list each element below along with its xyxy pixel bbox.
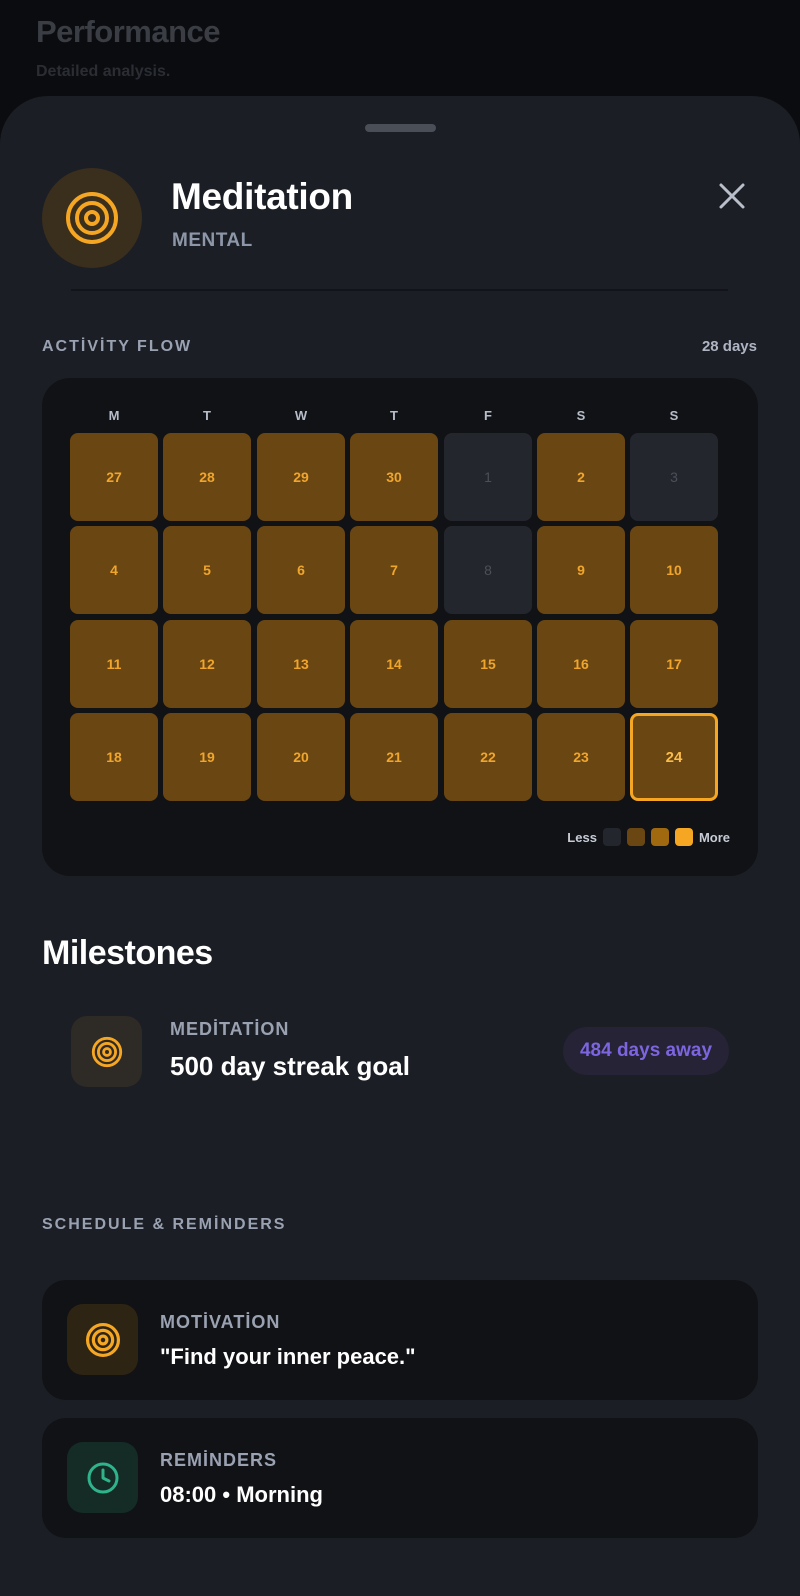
weekday-label: W	[294, 408, 308, 423]
calendar-day[interactable]: 9	[537, 526, 625, 614]
calendar-day[interactable]: 23	[537, 713, 625, 801]
calendar-day[interactable]: 11	[70, 620, 158, 708]
legend-swatch-1	[626, 828, 645, 846]
calendar-day[interactable]: 5	[163, 526, 251, 614]
calendar-day[interactable]: 10	[630, 526, 718, 614]
calendar-day[interactable]: 3	[630, 433, 718, 521]
milestone-text: 500 day streak goal	[170, 1051, 410, 1081]
header-divider	[71, 289, 728, 291]
calendar-day[interactable]: 1	[444, 433, 532, 521]
schedule-label: SCHEDULE & REMİNDERS	[42, 1216, 287, 1233]
activity-days-count: 28 days	[701, 338, 757, 355]
reminders-icon-container	[67, 1442, 138, 1513]
legend-more-label: More	[698, 829, 730, 845]
legend-less-label: Less	[567, 829, 597, 845]
background-page-subtitle: Detailed analysis.	[36, 63, 171, 80]
calendar-day[interactable]: 21	[350, 713, 438, 801]
activity-flow-label: ACTİVİTY FLOW	[42, 338, 193, 355]
weekday-label: S	[576, 408, 586, 423]
background-page-title: Performance	[36, 14, 221, 49]
calendar-day[interactable]: 16	[537, 620, 625, 708]
calendar-day-today[interactable]: 24	[630, 713, 718, 801]
habit-detail-sheet: Meditation MENTAL ACTİVİTY FLOW 28 days …	[0, 96, 800, 1596]
calendar-day[interactable]: 19	[163, 713, 251, 801]
milestone-days-badge: 484 days away	[563, 1027, 729, 1075]
calendar-day[interactable]: 30	[350, 433, 438, 521]
reminders-text: 08:00 • Morning	[160, 1482, 323, 1507]
weekday-label: F	[484, 408, 492, 423]
legend-swatch-2	[650, 828, 669, 846]
milestone-category: MEDİTATİON	[170, 1019, 290, 1039]
target-icon	[91, 1036, 122, 1067]
motivation-text: "Find your inner peace."	[160, 1344, 416, 1369]
legend-swatch-0	[602, 828, 621, 846]
legend-swatch-3	[674, 828, 693, 846]
calendar-day[interactable]: 27	[70, 433, 158, 521]
calendar-day[interactable]: 2	[537, 433, 625, 521]
reminders-label: REMİNDERS	[160, 1450, 278, 1470]
activity-legend: Less More	[567, 828, 730, 846]
close-icon	[719, 183, 745, 209]
weekday-label: S	[669, 408, 679, 423]
calendar-day[interactable]: 4	[70, 526, 158, 614]
calendar-day[interactable]: 12	[163, 620, 251, 708]
habit-icon-container	[42, 168, 142, 268]
calendar-day[interactable]: 8	[444, 526, 532, 614]
calendar-day[interactable]: 7	[350, 526, 438, 614]
calendar-day[interactable]: 13	[257, 620, 345, 708]
close-button[interactable]	[712, 176, 752, 216]
calendar-day[interactable]: 29	[257, 433, 345, 521]
target-icon	[66, 192, 118, 244]
weekday-label: T	[390, 408, 398, 423]
calendar-day[interactable]: 17	[630, 620, 718, 708]
calendar-day[interactable]: 22	[444, 713, 532, 801]
motivation-card[interactable]: MOTİVATİON "Find your inner peace."	[42, 1280, 758, 1400]
calendar-day[interactable]: 14	[350, 620, 438, 708]
calendar-day[interactable]: 18	[70, 713, 158, 801]
motivation-label: MOTİVATİON	[160, 1312, 281, 1332]
target-icon	[85, 1322, 120, 1357]
calendar-day[interactable]: 15	[444, 620, 532, 708]
calendar-day[interactable]: 28	[163, 433, 251, 521]
sheet-drag-handle[interactable]	[365, 124, 436, 132]
weekday-label: T	[203, 408, 211, 423]
weekday-label: M	[108, 408, 120, 423]
milestone-icon-container	[71, 1016, 142, 1087]
calendar-day[interactable]: 20	[257, 713, 345, 801]
habit-title: Meditation	[171, 176, 353, 217]
reminders-card[interactable]: REMİNDERS 08:00 • Morning	[42, 1418, 758, 1538]
motivation-icon-container	[67, 1304, 138, 1375]
activity-calendar: MTWTFSS 27 28 29 30 1 2 3 4 5 6 7 8 9 10 11 12 13 14 15 16 1…	[42, 378, 758, 876]
milestones-title: Milestones	[42, 934, 213, 972]
clock-icon	[87, 1462, 118, 1493]
habit-category: MENTAL	[172, 230, 253, 251]
calendar-day[interactable]: 6	[257, 526, 345, 614]
